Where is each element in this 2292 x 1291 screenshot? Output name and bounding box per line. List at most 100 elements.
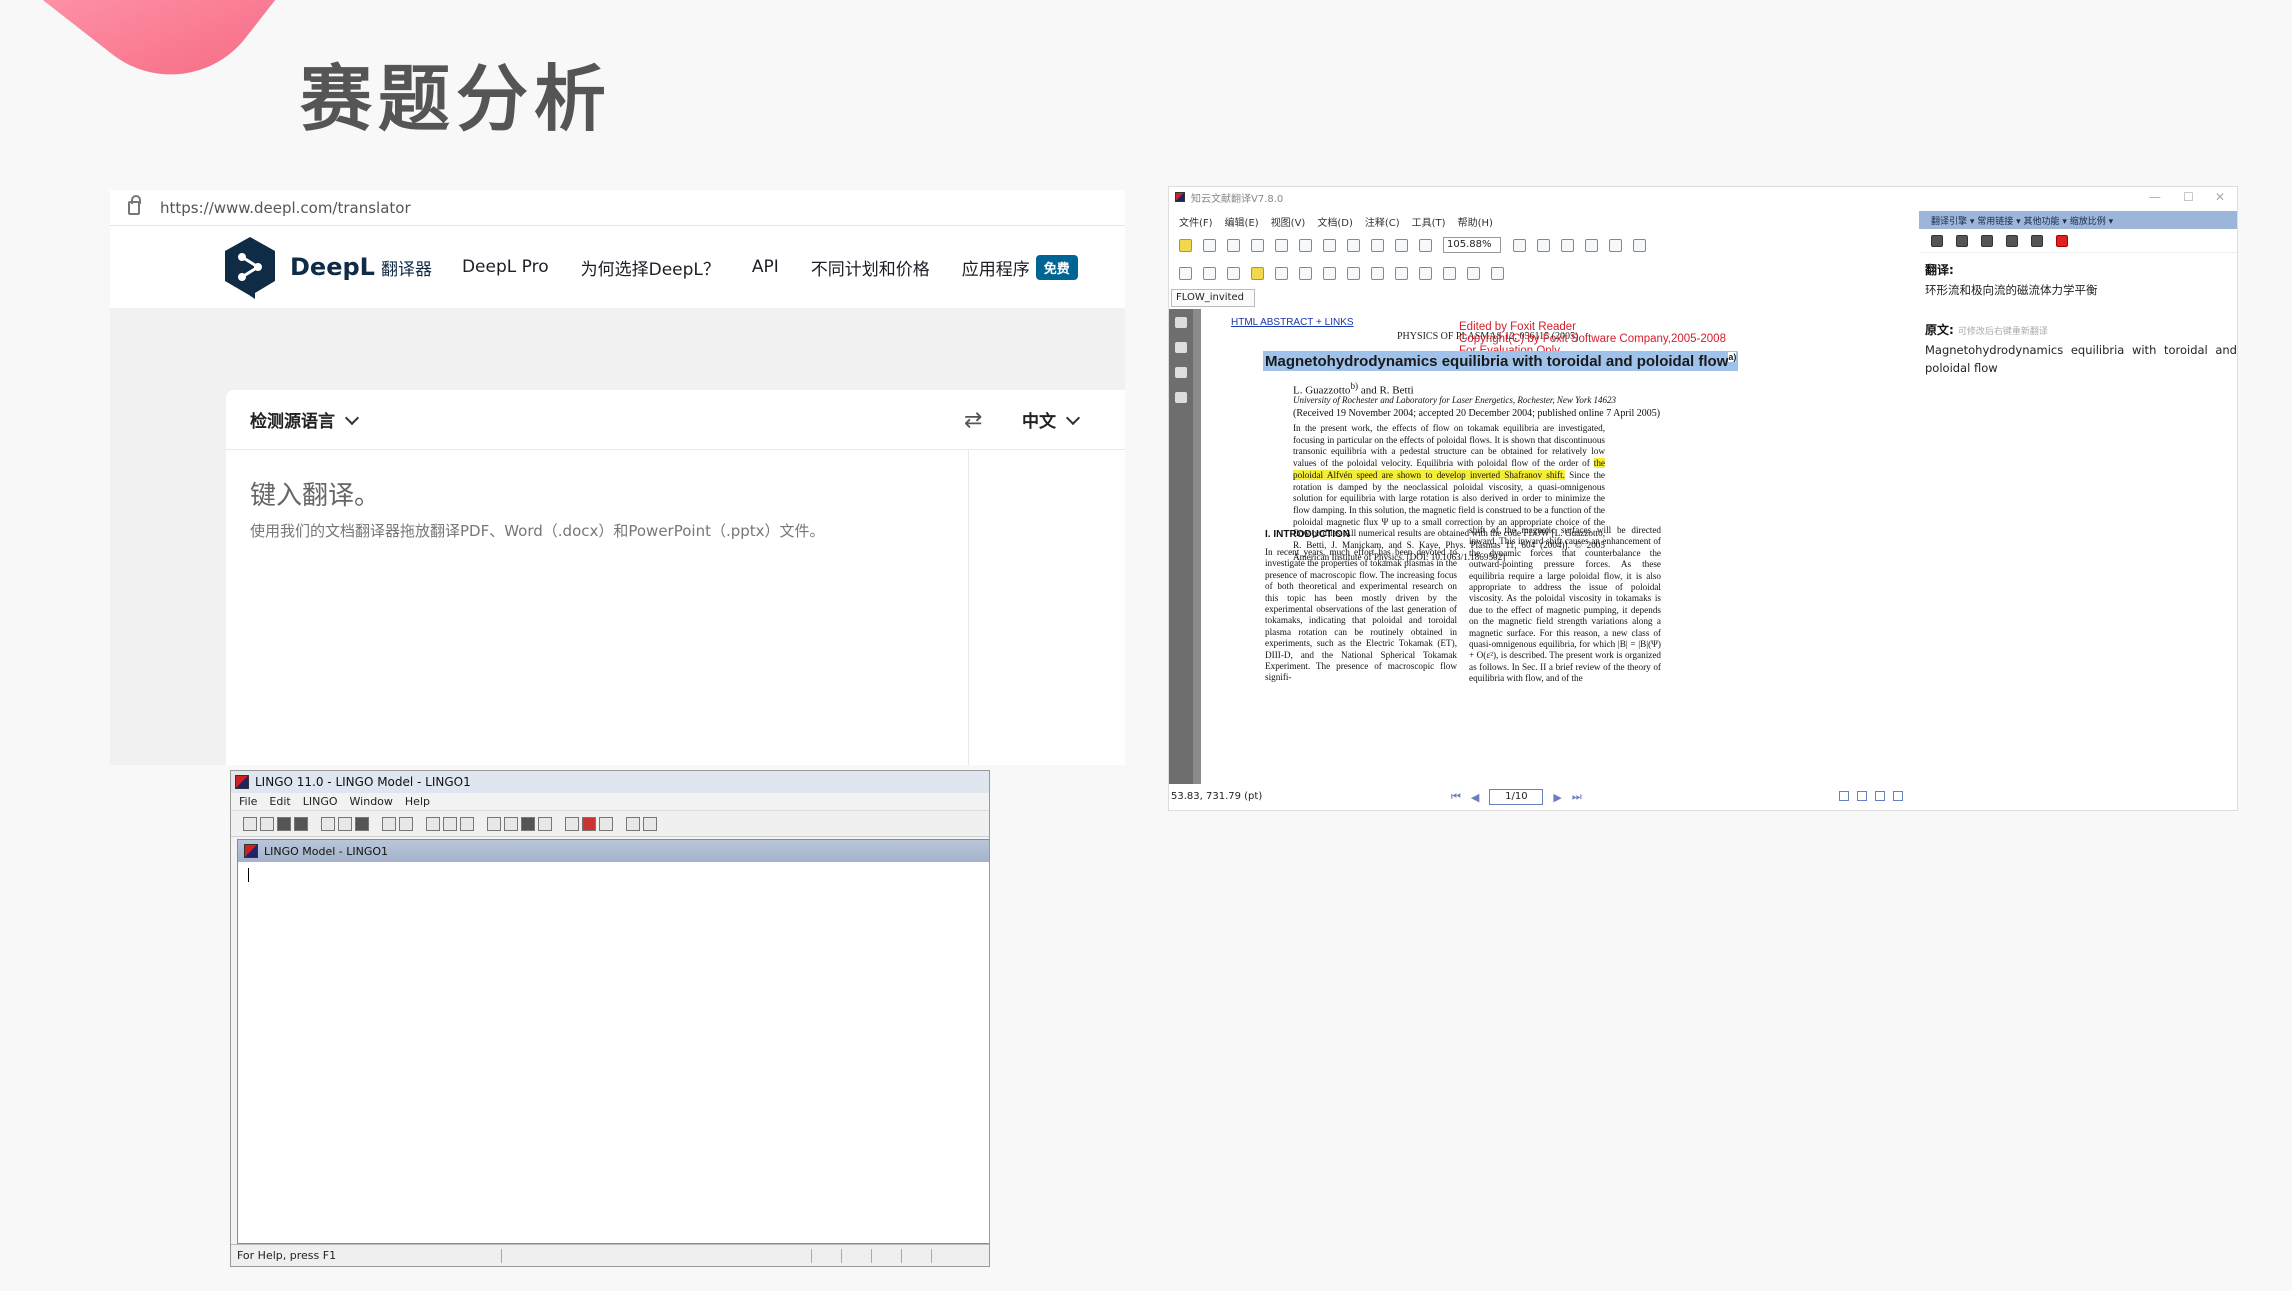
print-icon[interactable]	[294, 816, 308, 831]
image-icon[interactable]	[1419, 266, 1432, 280]
fit-page-icon[interactable]	[1347, 238, 1360, 252]
new-file-icon[interactable]	[243, 816, 257, 831]
lingo-title-bar[interactable]: LINGO 11.0 - LINGO Model - LINGO1	[231, 771, 989, 793]
zoom-plus-icon[interactable]	[1513, 238, 1526, 252]
options-icon[interactable]	[538, 816, 552, 831]
close-all-icon[interactable]	[582, 816, 596, 831]
swap-languages-icon[interactable]: ⇄	[964, 408, 982, 433]
signatures-panel-icon[interactable]	[1175, 392, 1187, 403]
menu-edit[interactable]: Edit	[269, 795, 290, 808]
match-paren-icon[interactable]	[460, 816, 474, 831]
nav-pricing[interactable]: 不同计划和价格	[811, 255, 930, 280]
menu-document[interactable]: 文档(D)	[1317, 214, 1353, 229]
stamp-icon[interactable]	[1443, 266, 1456, 280]
layout-left-icon[interactable]	[1931, 234, 1943, 247]
select-tool-icon[interactable]	[1609, 238, 1622, 252]
zoom-level-field[interactable]: 105.88%	[1443, 237, 1501, 253]
close-icon[interactable]: ✕	[2215, 190, 2225, 204]
form-icon[interactable]	[1491, 266, 1504, 280]
nav-deepl-pro[interactable]: DeepL Pro	[462, 257, 549, 277]
goto-icon[interactable]	[443, 816, 457, 831]
menu-edit[interactable]: 编辑(E)	[1225, 214, 1259, 229]
typewriter-icon[interactable]	[1467, 266, 1480, 280]
source-text-input[interactable]: 键入翻译。	[250, 475, 380, 512]
oval-icon[interactable]	[1395, 266, 1408, 280]
source-language-select[interactable]: 检测源语言	[250, 407, 360, 432]
nav-why-deepl[interactable]: 为何选择DeepL？	[581, 255, 720, 280]
continuous-facing-icon[interactable]	[1893, 791, 1903, 801]
redo-icon[interactable]	[399, 816, 413, 831]
layout-right-icon[interactable]	[1956, 234, 1968, 247]
menu-tools[interactable]: 工具(T)	[1412, 214, 1446, 229]
copy-icon[interactable]	[338, 816, 352, 831]
zoom-out-icon[interactable]	[1419, 238, 1432, 252]
text-box-icon[interactable]	[1203, 266, 1216, 280]
nav-api[interactable]: API	[752, 257, 779, 277]
underline-icon[interactable]	[1275, 266, 1288, 280]
menu-file[interactable]: 文件(F)	[1179, 214, 1213, 229]
first-page-icon[interactable]: ⏮	[1451, 790, 1461, 804]
source-text[interactable]: Magnetohydrodynamics equilibria with tor…	[1925, 341, 2237, 377]
help-icon[interactable]	[626, 816, 640, 831]
copy-icon[interactable]	[1227, 238, 1240, 252]
maximize-icon[interactable]: ☐	[2183, 190, 2194, 204]
menu-view[interactable]: 视图(V)	[1271, 214, 1306, 229]
menu-file[interactable]: File	[239, 795, 257, 808]
find-icon[interactable]	[426, 816, 440, 831]
mail-icon[interactable]	[2056, 234, 2068, 247]
line-icon[interactable]	[1347, 266, 1360, 280]
highlight-icon[interactable]	[1251, 266, 1264, 280]
lock-icon[interactable]	[2006, 234, 2018, 247]
send-to-back-icon[interactable]	[565, 816, 579, 831]
open-folder-icon[interactable]	[260, 816, 274, 831]
zoom-in-icon[interactable]	[1323, 238, 1336, 252]
document-tab[interactable]: FLOW_invited ×	[1171, 289, 1255, 319]
note-icon[interactable]	[1179, 266, 1192, 280]
menu-lingo[interactable]: LINGO	[303, 795, 338, 808]
layers-panel-icon[interactable]	[1175, 367, 1187, 378]
translation-panel-menu[interactable]: 翻译引擎 ▾ 常用链接 ▾ 其他功能 ▾ 缩放比例 ▾	[1919, 211, 2237, 229]
bookmarks-panel-icon[interactable]	[1175, 342, 1187, 353]
deepl-logo-icon[interactable]	[222, 235, 278, 299]
attach-icon[interactable]	[1227, 266, 1240, 280]
deepl-brand[interactable]: DeepL 翻译器	[290, 253, 432, 281]
hand-tool-icon[interactable]	[1561, 238, 1574, 252]
save-icon[interactable]	[277, 816, 291, 831]
rotate-right-icon[interactable]	[1299, 238, 1312, 252]
solution-icon[interactable]	[504, 816, 518, 831]
continuous-icon[interactable]	[1857, 791, 1867, 801]
last-page-icon[interactable]: ⏭	[1572, 790, 1582, 804]
reader-title-bar[interactable]: 知云文献翻译V7.8.0 — ☐ ✕	[1169, 187, 2237, 207]
nav-apps[interactable]: 应用程序	[962, 255, 1030, 280]
search-icon[interactable]	[1633, 238, 1646, 252]
pdf-page[interactable]: HTML ABSTRACT + LINKS PHYSICS OF PLASMAS…	[1201, 309, 1923, 784]
menu-help[interactable]: Help	[405, 795, 430, 808]
strikeout-icon[interactable]	[1299, 266, 1312, 280]
page-number-field[interactable]: 1/10	[1489, 789, 1544, 805]
print-icon[interactable]	[1251, 238, 1264, 252]
translation-output[interactable]: 环形流和极向流的磁流体力学平衡	[1925, 281, 2237, 299]
menu-window[interactable]: Window	[350, 795, 393, 808]
context-help-icon[interactable]	[643, 816, 657, 831]
open-folder-icon[interactable]	[1179, 238, 1192, 252]
lingo-model-window[interactable]: LINGO Model - LINGO1	[237, 839, 989, 1244]
save-icon[interactable]	[1203, 238, 1216, 252]
rectangle-icon[interactable]	[1371, 266, 1384, 280]
play-icon[interactable]	[1537, 238, 1550, 252]
lingo-model-title-bar[interactable]: LINGO Model - LINGO1	[238, 840, 989, 862]
facing-icon[interactable]	[1875, 791, 1885, 801]
abstract-link[interactable]: HTML ABSTRACT + LINKS	[1231, 317, 1354, 328]
address-bar[interactable]: https://www.deepl.com/translator	[110, 190, 1125, 226]
export-icon[interactable]	[2031, 234, 2043, 247]
layout-split-icon[interactable]	[1981, 234, 1993, 247]
undo-icon[interactable]	[382, 816, 396, 831]
prev-page-icon[interactable]: ◀	[1471, 791, 1479, 804]
menu-comment[interactable]: 注释(C)	[1365, 214, 1400, 229]
fit-width-icon[interactable]	[1395, 238, 1408, 252]
menu-help[interactable]: 帮助(H)	[1458, 214, 1493, 229]
paste-icon[interactable]	[355, 816, 369, 831]
snapshot-icon[interactable]	[1585, 238, 1598, 252]
single-page-icon[interactable]	[1839, 791, 1849, 801]
next-page-icon[interactable]: ▶	[1553, 791, 1561, 804]
tile-icon[interactable]	[599, 816, 613, 831]
